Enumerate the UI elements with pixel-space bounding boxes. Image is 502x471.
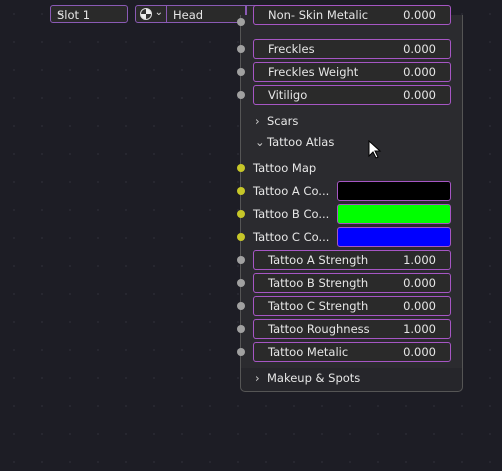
color-socket[interactable] [237, 187, 245, 195]
value-field[interactable]: Tattoo B Strength 0.000 [253, 273, 451, 293]
input-row: Freckles Weight 0.000 [237, 62, 464, 84]
field-label: Vitiligo [268, 88, 308, 102]
value-field[interactable]: Tattoo A Strength 1.000 [253, 250, 451, 270]
field-label: Non- Skin Metalic [268, 8, 369, 22]
panel-label: Makeup & Spots [267, 371, 361, 385]
panel-label: Scars [267, 114, 299, 128]
value-field[interactable]: Non- Skin Metalic 0.000 [253, 5, 451, 25]
panel-label: Tattoo Atlas [267, 135, 335, 149]
color-swatch-a[interactable] [337, 181, 451, 201]
field-value: 0.000 [403, 42, 436, 56]
value-field[interactable]: Vitiligo 0.000 [253, 85, 451, 105]
color-socket[interactable] [237, 233, 245, 241]
chevron-right-icon: › [255, 114, 260, 128]
field-label: Tattoo Roughness [268, 322, 370, 336]
color-row: Tattoo C Co... [237, 227, 464, 249]
field-value: 1.000 [403, 322, 436, 336]
field-label: Tattoo B Strength [268, 276, 369, 290]
input-socket[interactable] [237, 45, 245, 53]
field-value: 0.000 [403, 8, 436, 22]
color-socket[interactable] [237, 164, 245, 172]
value-field[interactable]: Tattoo Metalic 0.000 [253, 342, 451, 362]
color-socket[interactable] [237, 210, 245, 218]
input-socket[interactable] [237, 68, 245, 76]
panel-header-makeup-spots[interactable]: › Makeup & Spots [255, 371, 360, 385]
chevron-right-icon: › [255, 371, 260, 385]
color-row: Tattoo B Co... [237, 204, 464, 226]
input-socket[interactable] [237, 302, 245, 310]
input-socket[interactable] [237, 348, 245, 356]
input-row: Freckles 0.000 [237, 39, 464, 61]
value-field[interactable]: Tattoo C Strength 0.000 [253, 296, 451, 316]
input-row: Tattoo B Strength 0.000 [237, 273, 464, 295]
field-label: Freckles Weight [268, 65, 359, 79]
field-label: Freckles [268, 42, 315, 56]
field-value: 0.000 [403, 65, 436, 79]
input-row: Tattoo Metalic 0.000 [237, 342, 464, 364]
input-row: Non- Skin Metalic 0.000 [237, 5, 464, 35]
input-socket[interactable] [237, 18, 245, 26]
chevron-down-icon: ⌄ [154, 7, 163, 18]
slot-selector[interactable]: Slot 1 ⌄ [50, 5, 128, 23]
material-name: Head [173, 8, 204, 22]
field-value: 0.000 [403, 88, 436, 102]
field-label: Tattoo A Strength [268, 253, 369, 267]
chevron-down-icon: ⌄ [255, 135, 265, 149]
field-label: Tattoo C Strength [268, 299, 369, 313]
color-swatch-b[interactable] [337, 204, 451, 224]
input-socket[interactable] [237, 256, 245, 264]
input-row: Tattoo Roughness 1.000 [237, 319, 464, 341]
color-label: Tattoo A Co... [253, 184, 330, 198]
material-browse-button[interactable]: ⌄ [135, 5, 167, 23]
input-socket[interactable] [237, 325, 245, 333]
material-name-field[interactable]: Head [167, 5, 246, 23]
panel-header-tattoo-atlas[interactable]: ⌄ Tattoo Atlas [255, 135, 334, 149]
field-value: 1.000 [403, 253, 436, 267]
value-field[interactable]: Tattoo Roughness 1.000 [253, 319, 451, 339]
color-swatch-c[interactable] [337, 227, 451, 247]
field-value: 0.000 [403, 276, 436, 290]
chevron-down-icon: ⌄ [57, 7, 66, 18]
color-label: Tattoo B Co... [253, 207, 330, 221]
shader-node[interactable]: Non- Skin Metalic 0.000 Freckles 0.000 F… [237, 5, 464, 392]
input-row: Tattoo C Strength 0.000 [237, 296, 464, 318]
color-row: Tattoo A Co... [237, 181, 464, 203]
input-socket[interactable] [237, 279, 245, 287]
field-label: Tattoo Metalic [268, 345, 349, 359]
input-row: Tattoo A Strength 1.000 [237, 250, 464, 272]
input-row: Vitiligo 0.000 [237, 85, 464, 107]
input-socket[interactable] [237, 91, 245, 99]
field-value: 0.000 [403, 299, 436, 313]
field-value: 0.000 [403, 345, 436, 359]
mouse-cursor-icon [368, 140, 382, 159]
input-row: Tattoo Map [237, 161, 464, 183]
color-label: Tattoo C Co... [253, 230, 330, 244]
input-label: Tattoo Map [253, 161, 317, 175]
material-sphere-icon [140, 8, 152, 20]
value-field[interactable]: Freckles Weight 0.000 [253, 62, 451, 82]
panel-header-scars[interactable]: › Scars [255, 114, 298, 128]
value-field[interactable]: Freckles 0.000 [253, 39, 451, 59]
